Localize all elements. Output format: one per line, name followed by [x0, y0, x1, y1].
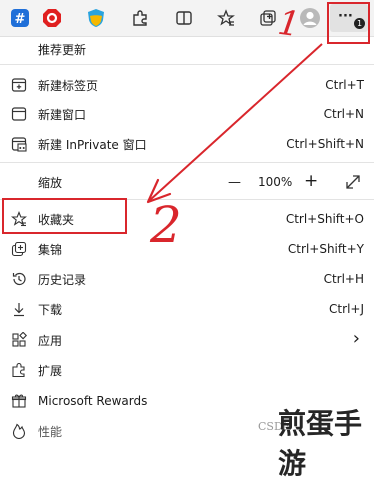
- annotation-step-two: 2: [150, 196, 182, 254]
- annotation-arrow: [146, 43, 323, 204]
- watermark-text: 煎蛋手游: [278, 407, 363, 480]
